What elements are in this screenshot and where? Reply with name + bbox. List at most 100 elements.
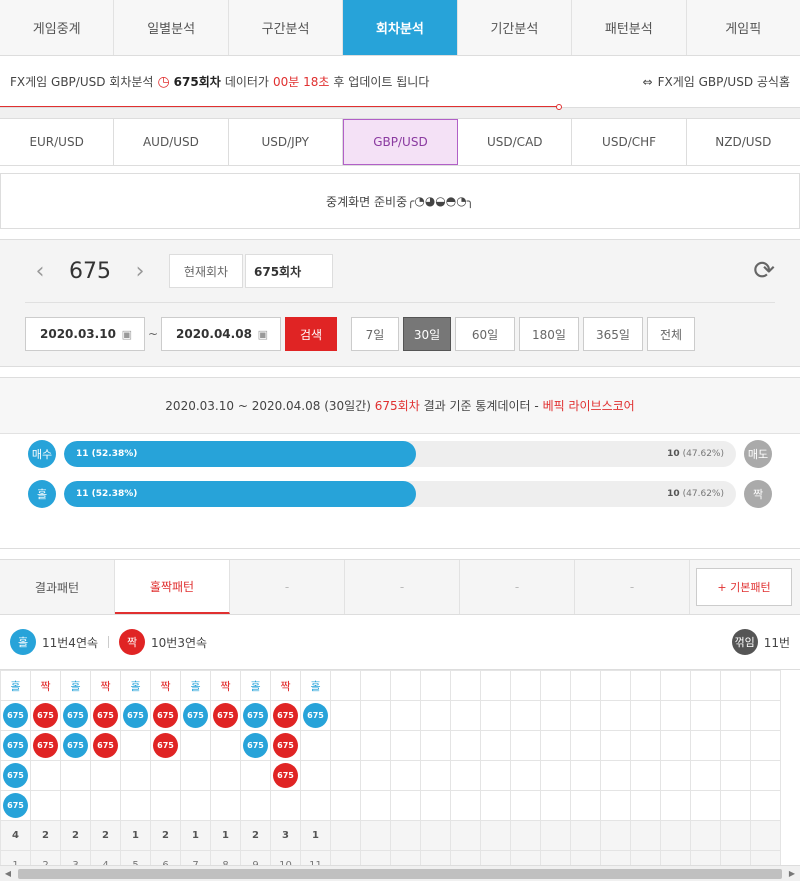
grid-cell xyxy=(150,790,181,821)
grid-cell xyxy=(630,760,661,791)
stats-period: 2020.03.10 ~ 2020.04.08 (30일간) xyxy=(165,399,371,413)
even-ball: 675 xyxy=(273,763,298,788)
stats-source-link[interactable]: 베픽 라이브스코어 xyxy=(543,397,635,414)
buy-sell-row: 매수 11 (52.38%) 10 (47.62%) 매도 xyxy=(0,434,800,474)
pair-nzd-usd[interactable]: NZD/USD xyxy=(687,119,800,165)
column-header: 홀 xyxy=(0,670,31,701)
refresh-icon[interactable]: ⟳ xyxy=(753,256,775,286)
external-link-icon: ⇔ xyxy=(642,74,653,89)
period-180d-button[interactable]: 180일 xyxy=(519,317,579,351)
grid-cell xyxy=(120,760,151,791)
grid-cell xyxy=(540,670,571,701)
grid-cell: 675 xyxy=(30,700,61,731)
pattern-table: 홀 짝 홀 짝 홀 짝 홀 짝 홀 짝 홀 675 675 675 675 675 675 675 675 675 67… xyxy=(0,670,781,881)
streak-count: 1 xyxy=(180,820,211,851)
grid-cell xyxy=(480,730,511,761)
odd-ball: 675 xyxy=(183,703,208,728)
scroll-right-icon[interactable]: ▶ xyxy=(784,866,800,882)
tab-daily-analysis[interactable]: 일별분석 xyxy=(114,0,229,55)
pair-eur-usd[interactable]: EUR/USD xyxy=(0,119,115,165)
grid-cell: 675 xyxy=(0,790,31,821)
grid-cell: 675 xyxy=(30,730,61,761)
current-round-button[interactable]: 현재회차 xyxy=(169,254,243,288)
official-home-link[interactable]: ⇔ FX게임 GBP/USD 공식홈 xyxy=(643,73,790,90)
tab-pattern-analysis[interactable]: 패턴분석 xyxy=(572,0,687,55)
grid-cell xyxy=(420,760,451,791)
end-date-value: 2020.04.08 xyxy=(176,327,252,341)
grid-cell xyxy=(240,760,271,791)
end-date-field[interactable]: 2020.04.08 ▣ xyxy=(161,317,281,351)
period-365d-button[interactable]: 365일 xyxy=(583,317,643,351)
grid-cell xyxy=(420,700,451,731)
even-ball: 675 xyxy=(153,703,178,728)
period-30d-button[interactable]: 30일 xyxy=(403,317,451,351)
grid-cell xyxy=(540,790,571,821)
grid-cell xyxy=(660,790,691,821)
tab-period-analysis[interactable]: 기간분석 xyxy=(458,0,573,55)
period-all-button[interactable]: 전체 xyxy=(647,317,695,351)
grid-cell xyxy=(570,760,601,791)
odd-badge: 홀 xyxy=(28,480,56,508)
start-date-field[interactable]: 2020.03.10 ▣ xyxy=(25,317,145,351)
grid-cell xyxy=(720,730,751,761)
period-7d-button[interactable]: 7일 xyxy=(351,317,399,351)
basic-pattern-button[interactable]: + 기본패턴 xyxy=(696,568,792,606)
grid-cell xyxy=(330,760,361,791)
grid-cell xyxy=(570,790,601,821)
pair-aud-usd[interactable]: AUD/USD xyxy=(114,119,229,165)
grid-cell xyxy=(210,730,241,761)
current-round-value[interactable]: 675회차 xyxy=(245,254,333,288)
turn-badge: 꺾임 xyxy=(731,629,758,655)
even-summary-badge: 짝 xyxy=(119,629,146,655)
streak-count: 1 xyxy=(210,820,241,851)
date-filter: 2020.03.10 ▣ ~ 2020.04.08 ▣ 검색 7일 30일 60… xyxy=(25,303,775,365)
pair-usd-jpy[interactable]: USD/JPY xyxy=(229,119,343,165)
grid-cell xyxy=(480,760,511,791)
odd-ball: 675 xyxy=(243,733,268,758)
grid-cell xyxy=(450,820,481,851)
next-round-icon[interactable]: › xyxy=(125,259,155,284)
tab-round-analysis[interactable]: 회차분석 xyxy=(343,0,458,55)
tab-game-pick[interactable]: 게임픽 xyxy=(687,0,800,55)
tab-odd-even-pattern[interactable]: 홀짝패턴 xyxy=(115,560,230,614)
pair-usd-chf[interactable]: USD/CHF xyxy=(572,119,687,165)
pair-usd-cad[interactable]: USD/CAD xyxy=(458,119,573,165)
odd-ball: 675 xyxy=(63,733,88,758)
tab-result-pattern[interactable]: 결과패턴 xyxy=(0,560,115,614)
grid-cell xyxy=(750,730,781,761)
tab-section-analysis[interactable]: 구간분석 xyxy=(229,0,344,55)
odd-ball: 675 xyxy=(63,703,88,728)
prev-round-icon[interactable]: ‹ xyxy=(25,259,55,284)
grid-cell xyxy=(60,760,91,791)
grid-cell: 675 xyxy=(210,700,241,731)
grid-cell xyxy=(720,790,751,821)
horizontal-scrollbar[interactable]: ◀ ▶ xyxy=(0,865,800,881)
search-button[interactable]: 검색 xyxy=(285,317,337,351)
control-panel: ‹ 675 › 현재회차 675회차 ⟳ 2020.03.10 ▣ ~ 2020… xyxy=(0,239,800,367)
info-suffix: 후 업데이트 됩니다 xyxy=(333,75,430,89)
grid-cell xyxy=(390,760,421,791)
odd-ball: 675 xyxy=(3,763,28,788)
grid-cell xyxy=(720,670,751,701)
even-ball: 675 xyxy=(93,733,118,758)
tab-game-broadcast[interactable]: 게임중계 xyxy=(0,0,115,55)
grid-cell: 675 xyxy=(0,760,31,791)
pair-gbp-usd[interactable]: GBP/USD xyxy=(342,119,459,165)
even-badge: 짝 xyxy=(744,480,772,508)
scroll-left-icon[interactable]: ◀ xyxy=(0,866,16,882)
grid-cell: 675 xyxy=(270,760,301,791)
grid-cell xyxy=(690,820,721,851)
grid-cell xyxy=(270,790,301,821)
even-count: 10 xyxy=(667,489,680,499)
grid-cell xyxy=(450,700,481,731)
top-nav: 게임중계 일별분석 구간분석 회차분석 기간분석 패턴분석 게임픽 xyxy=(0,0,800,56)
grid-cell: 675 xyxy=(240,700,271,731)
start-date-value: 2020.03.10 xyxy=(40,327,116,341)
grid-cell xyxy=(420,670,451,701)
scroll-thumb[interactable] xyxy=(18,868,782,879)
period-60d-button[interactable]: 60일 xyxy=(455,317,515,351)
pattern-summary: 홀 11번4연속 짝 10번3연속 꺾임 11번 xyxy=(0,615,800,669)
even-pct: (47.62%) xyxy=(682,489,724,499)
grid-cell: 675 xyxy=(150,700,181,731)
grid-cell xyxy=(360,760,391,791)
